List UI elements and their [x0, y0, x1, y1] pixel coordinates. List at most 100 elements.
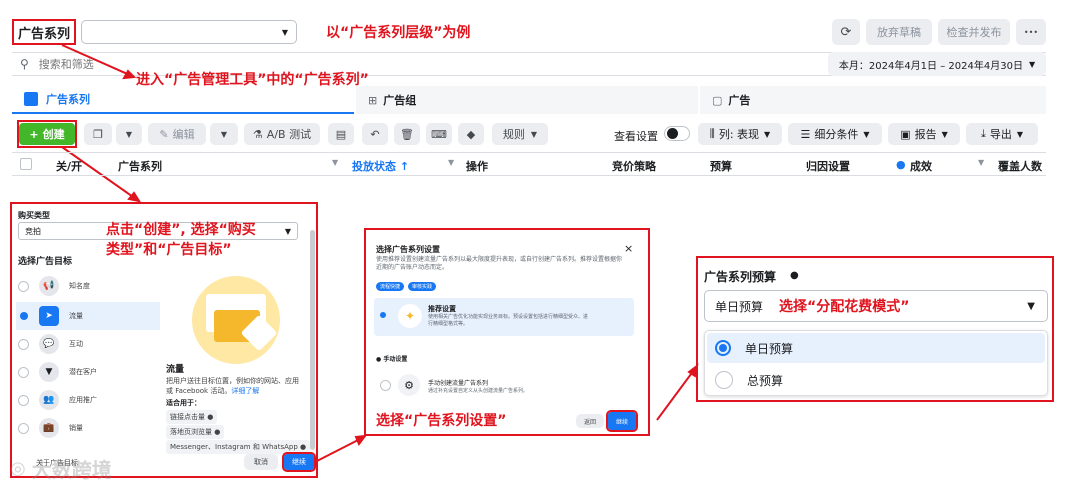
objective-item[interactable]: 💬 互动 [18, 332, 83, 356]
objective-label: 知名度 [69, 282, 90, 290]
objective-label: 潜在客户 [69, 368, 97, 376]
info-icon: ● [896, 158, 906, 171]
radio[interactable] [380, 380, 391, 391]
clipboard-icon: ▤ [335, 127, 347, 141]
cursor-icon: ➤ [39, 306, 59, 326]
gear-icon: ⚙ [398, 374, 420, 396]
col-campaign[interactable]: 广告系列 [118, 158, 162, 174]
objective-label: 销量 [69, 424, 83, 432]
objective-item-selected[interactable]: ➤ 流量 [16, 302, 160, 330]
radio[interactable] [18, 422, 29, 434]
option-label: 总预算 [747, 373, 784, 388]
manual-desc: 通过补充设置自定义从头创建流量广告系列。 [428, 388, 529, 394]
annotation-line: 类型”和“广告目标” [106, 242, 232, 258]
radio-selected[interactable] [715, 340, 731, 356]
continue-button[interactable]: 继续 [606, 410, 638, 432]
breakdown-label: 细分条件 [814, 128, 859, 141]
settings-title: 选择广告系列设置 [376, 245, 440, 254]
megaphone-icon: 📢 [39, 276, 59, 296]
view-settings-label: 查看设置 [614, 130, 658, 143]
detail-link[interactable]: 详细了解 [231, 387, 259, 395]
manual-header-text: 手动设置 [383, 356, 408, 363]
objective-item[interactable]: ▼ 潜在客户 [18, 360, 97, 384]
flask-icon: ⚗ [252, 127, 263, 141]
objective-item[interactable]: 💼 销量 [18, 416, 83, 440]
abtest-button[interactable]: ⚗ A/B 测试 [244, 123, 320, 145]
objective-label: 互动 [69, 340, 83, 348]
wand-icon: ✦ [398, 304, 422, 328]
col-reach[interactable]: 覆盖人数 [998, 158, 1042, 174]
clipboard-button[interactable]: ▤ [328, 123, 354, 145]
info-icon: ● [790, 270, 799, 281]
tab-campaigns[interactable]: 广告系列 [12, 86, 354, 114]
cancel-button[interactable]: 取消 [244, 454, 278, 470]
delete-button[interactable]: 🗑 [394, 123, 420, 145]
radio[interactable] [18, 366, 29, 378]
abtest-label: A/B 测试 [266, 128, 312, 141]
caret-down-icon: ▼ [1027, 300, 1035, 312]
duplicate-dropdown[interactable]: ▼ [116, 123, 142, 145]
objective-item[interactable]: 📢 知名度 [18, 274, 90, 298]
col-attribution[interactable]: 归因设置 [806, 158, 850, 174]
col-bid[interactable]: 竞价策略 [612, 158, 656, 174]
good-for-label: 适合用于： [166, 399, 201, 407]
budget-options: 单日预算 总预算 [704, 330, 1048, 396]
pill: 流程快捷 [376, 282, 405, 291]
option-lifetime[interactable]: 总预算 [707, 365, 1045, 395]
rules-button[interactable]: 规则 ▼ [492, 123, 548, 145]
objective-title: 选择广告目标 [18, 257, 73, 267]
pill-row: 流程快捷 审核实践 [376, 282, 437, 291]
col-actions[interactable]: 操作 [466, 158, 488, 174]
col-onoff[interactable]: 关/开 [56, 158, 82, 174]
tab-label: 广告系列 [46, 93, 90, 106]
radio[interactable] [715, 371, 733, 389]
tag-label: 链接点击量 [170, 413, 205, 421]
breakdown-button[interactable]: ☰ 细分条件 ▼ [788, 123, 882, 145]
funnel-icon: ▼ [39, 362, 59, 382]
close-icon[interactable]: × [624, 242, 633, 255]
radio[interactable] [18, 394, 29, 406]
radio[interactable] [18, 280, 29, 292]
chevron-down-icon: ▼ [530, 129, 538, 139]
continue-button[interactable]: 继续 [282, 452, 316, 472]
undo-button[interactable]: ↶ [362, 123, 388, 145]
view-settings-toggle[interactable] [664, 126, 690, 141]
recommended-option[interactable]: ✦ 推荐设置 使用相关广告优化功能实现业务目标。预设设置包括进行精细型受众、进行… [374, 298, 634, 336]
select-all-checkbox[interactable] [20, 158, 32, 170]
radio-selected[interactable] [20, 312, 28, 320]
scrollbar[interactable] [310, 230, 315, 450]
export-button[interactable]: ⤓ 导出 ▼ [966, 123, 1038, 145]
col-budget[interactable]: 预算 [710, 158, 732, 174]
objective-item[interactable]: 👥 应用推广 [18, 388, 97, 412]
edit-button[interactable]: ✎ 编辑 [148, 123, 206, 145]
tag: 链接点击量 ● [166, 410, 218, 424]
radio[interactable] [18, 338, 29, 350]
radio-selected[interactable] [380, 312, 386, 318]
sort-icon: ▼ [978, 158, 985, 167]
duplicate-icon: ❐ [93, 127, 103, 141]
tab-adsets[interactable]: ⊞ 广告组 [356, 86, 698, 114]
manual-option[interactable]: ⚙ 手动创建流量广告系列 通过补充设置自定义从头创建流量广告系列。 [374, 370, 634, 402]
tag-button[interactable]: ◆ [458, 123, 484, 145]
pencil-icon: ✎ [159, 127, 169, 141]
columns-icon: ⫼ [709, 127, 715, 140]
tab-ads[interactable]: ▢ 广告 [700, 86, 1046, 114]
columns-button[interactable]: ⫼ 列: 表现 ▼ [698, 123, 782, 145]
chevron-down-icon: ▼ [1016, 129, 1024, 139]
budget-select[interactable]: 单日预算 选择“分配花费模式” ▼ [704, 290, 1048, 322]
col-results[interactable]: 成效 [910, 158, 932, 174]
tab-label: 广告组 [383, 94, 417, 107]
col-delivery[interactable]: 投放状态 ↑ [352, 158, 409, 174]
preview-button[interactable]: ⌨ [426, 123, 452, 145]
option-label: 单日预算 [745, 341, 794, 356]
edit-dropdown[interactable]: ▼ [210, 123, 238, 145]
budget-title: 广告系列预算 [704, 270, 777, 284]
ad-icon: ▢ [712, 93, 723, 107]
duplicate-button[interactable]: ❐ [84, 123, 112, 145]
objective-label: 流量 [69, 312, 83, 320]
option-daily[interactable]: 单日预算 [707, 333, 1045, 363]
tag-label: 落地页浏览量 [170, 428, 212, 436]
back-button[interactable]: 返回 [576, 414, 604, 428]
manual-header: ● 手动设置 [376, 354, 407, 363]
report-button[interactable]: ▣ 报告 ▼ [888, 123, 960, 145]
